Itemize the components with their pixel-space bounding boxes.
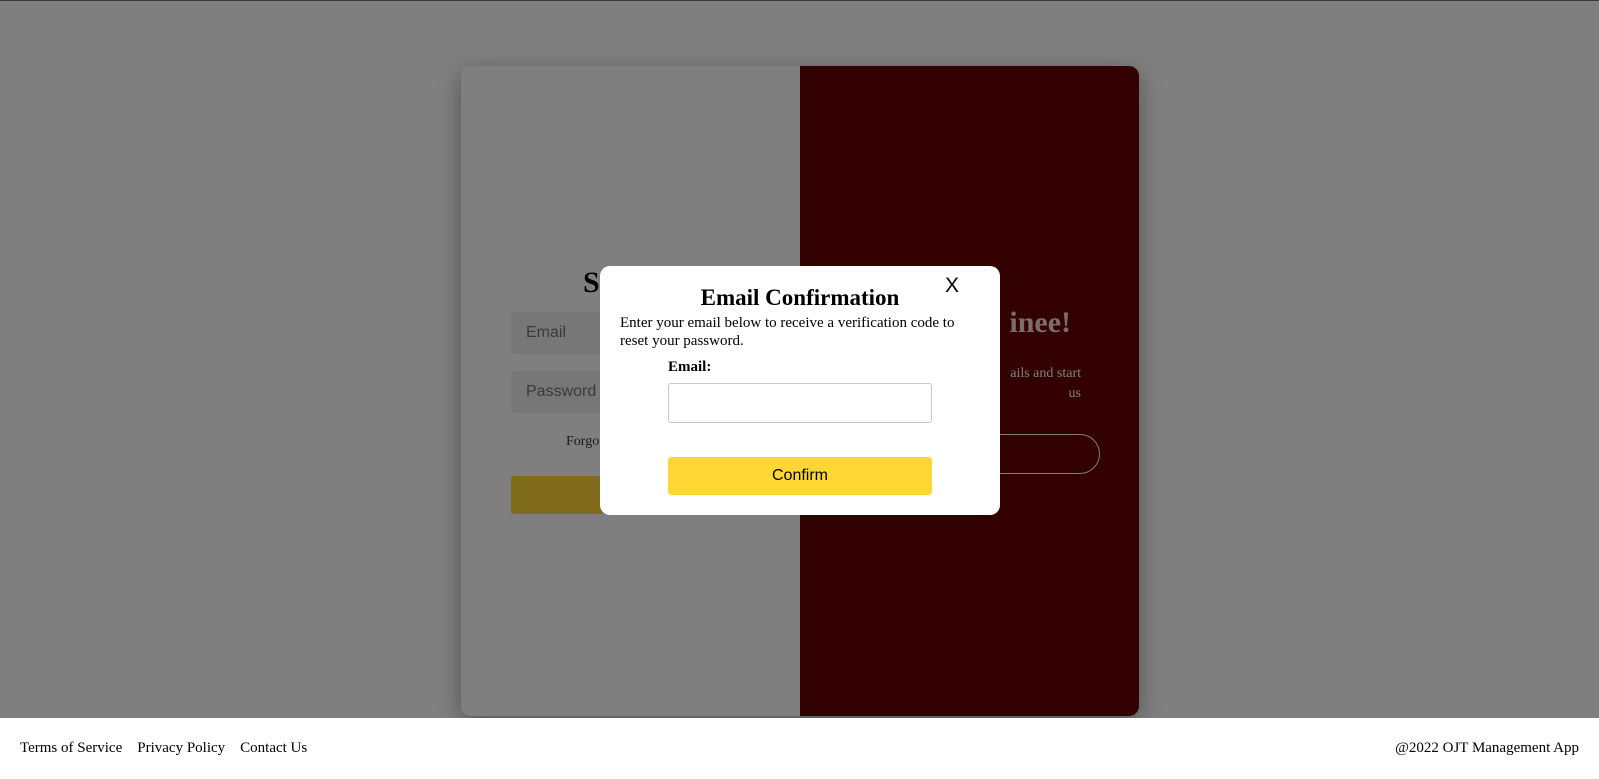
email-input[interactable] (668, 383, 932, 423)
confirm-button[interactable]: Confirm (668, 457, 932, 495)
terms-of-service-link[interactable]: Terms of Service (20, 740, 122, 757)
copyright-text: @2022 OJT Management App (1395, 740, 1579, 756)
email-label: Email: (668, 359, 712, 375)
modal-description: Enter your email below to receive a veri… (620, 315, 955, 349)
footer-links: Terms of Service Privacy Policy Contact … (20, 740, 307, 757)
modal-title: Email Confirmation (700, 285, 900, 310)
privacy-policy-link[interactable]: Privacy Policy (137, 740, 225, 757)
footer: Terms of Service Privacy Policy Contact … (0, 718, 1599, 779)
email-confirmation-modal: X Email Confirmation Enter your email be… (600, 266, 1000, 515)
contact-us-link[interactable]: Contact Us (240, 740, 307, 757)
